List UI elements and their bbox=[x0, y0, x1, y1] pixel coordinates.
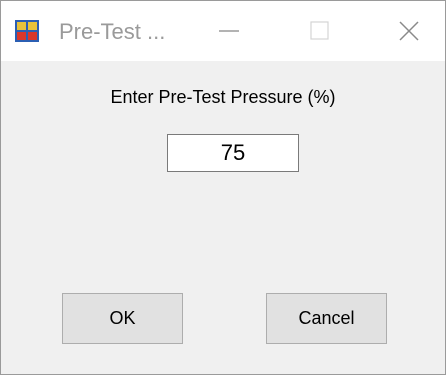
title-bar[interactable]: Pre-Test ... bbox=[1, 1, 445, 61]
pressure-input[interactable]: 75 bbox=[167, 134, 299, 172]
minimize-button[interactable] bbox=[203, 11, 255, 51]
close-button[interactable] bbox=[383, 11, 435, 51]
cancel-button-label: Cancel bbox=[298, 308, 355, 328]
dialog-body: Enter Pre-Test Pressure (%) 75 OK Cancel bbox=[1, 61, 445, 374]
pressure-prompt-label: Enter Pre-Test Pressure (%) bbox=[110, 87, 336, 107]
ok-button[interactable]: OK bbox=[62, 293, 183, 344]
maximize-button[interactable] bbox=[293, 11, 345, 51]
close-icon bbox=[399, 21, 419, 41]
app-icon bbox=[15, 20, 39, 42]
maximize-icon bbox=[310, 21, 329, 40]
window-title: Pre-Test ... bbox=[59, 19, 166, 44]
ok-button-label: OK bbox=[109, 308, 136, 328]
cancel-button[interactable]: Cancel bbox=[266, 293, 387, 344]
dialog-window: Pre-Test ... Enter Pre-Test Pressure (%)… bbox=[0, 0, 446, 375]
minimize-icon bbox=[219, 30, 239, 32]
